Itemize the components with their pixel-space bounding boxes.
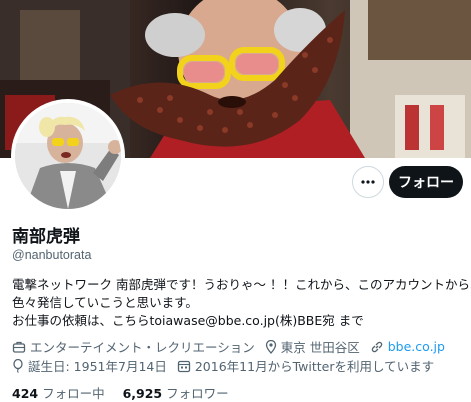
balloon-icon: [12, 358, 24, 373]
location-text: 東京 世田谷区: [280, 340, 360, 355]
link-icon: [370, 340, 384, 354]
profile-location: 東京 世田谷区: [265, 337, 360, 356]
profile-category: エンターテイメント・レクリエーション: [12, 337, 255, 356]
avatar-photo: [15, 103, 121, 209]
profile-handle: @nanbutorata: [12, 248, 92, 262]
profile-website[interactable]: bbe.co.jp: [370, 339, 445, 354]
location-icon: [265, 339, 277, 354]
profile-bio: 電撃ネットワーク 南部虎弾です！うおりゃ〜 ！！これから、このアカウントから、 …: [12, 276, 471, 330]
bio-line: 電撃ネットワーク 南部虎弾です！うおりゃ〜 ！！これから、このアカウントから、: [12, 277, 471, 292]
profile-joined: 2016年11月からTwitterを利用しています: [177, 356, 434, 375]
more-icon: [361, 180, 375, 184]
bio-line: お仕事の依頼は、こちらtoiawase@bbe.co.jp(株)BBE宛 まで: [12, 313, 364, 328]
joined-text: 2016年11月からTwitterを利用しています: [194, 359, 435, 374]
profile-avatar[interactable]: [11, 99, 125, 213]
birthday-text: 誕生日: 1951年7月14日: [28, 359, 167, 374]
profile-stats: 424 フォロー中 6,925 フォロワー: [12, 383, 243, 402]
following-label: フォロー中: [42, 386, 105, 401]
bio-line: 色々発信していこうと思います。: [12, 295, 198, 310]
followers-count: 6,925: [122, 386, 163, 401]
more-options-button[interactable]: [352, 166, 384, 198]
follow-button[interactable]: フォロー: [389, 166, 463, 198]
briefcase-icon: [12, 340, 26, 354]
calendar-icon: [177, 359, 191, 373]
profile-name: 南部虎弾: [12, 227, 80, 247]
profile-meta-row: 誕生日: 1951年7月14日 2016年11月からTwitterを利用していま…: [12, 356, 444, 375]
profile-meta-row: エンターテイメント・レクリエーション 東京 世田谷区 bbe.co.jp: [12, 337, 455, 356]
following-count: 424: [12, 386, 39, 401]
profile-birthday: 誕生日: 1951年7月14日: [12, 356, 167, 375]
followers-label: フォロワー: [166, 386, 229, 401]
category-text: エンターテイメント・レクリエーション: [30, 340, 255, 355]
following-link[interactable]: 424 フォロー中: [12, 386, 109, 401]
followers-link[interactable]: 6,925 フォロワー: [123, 386, 229, 401]
website-link[interactable]: bbe.co.jp: [388, 339, 445, 354]
